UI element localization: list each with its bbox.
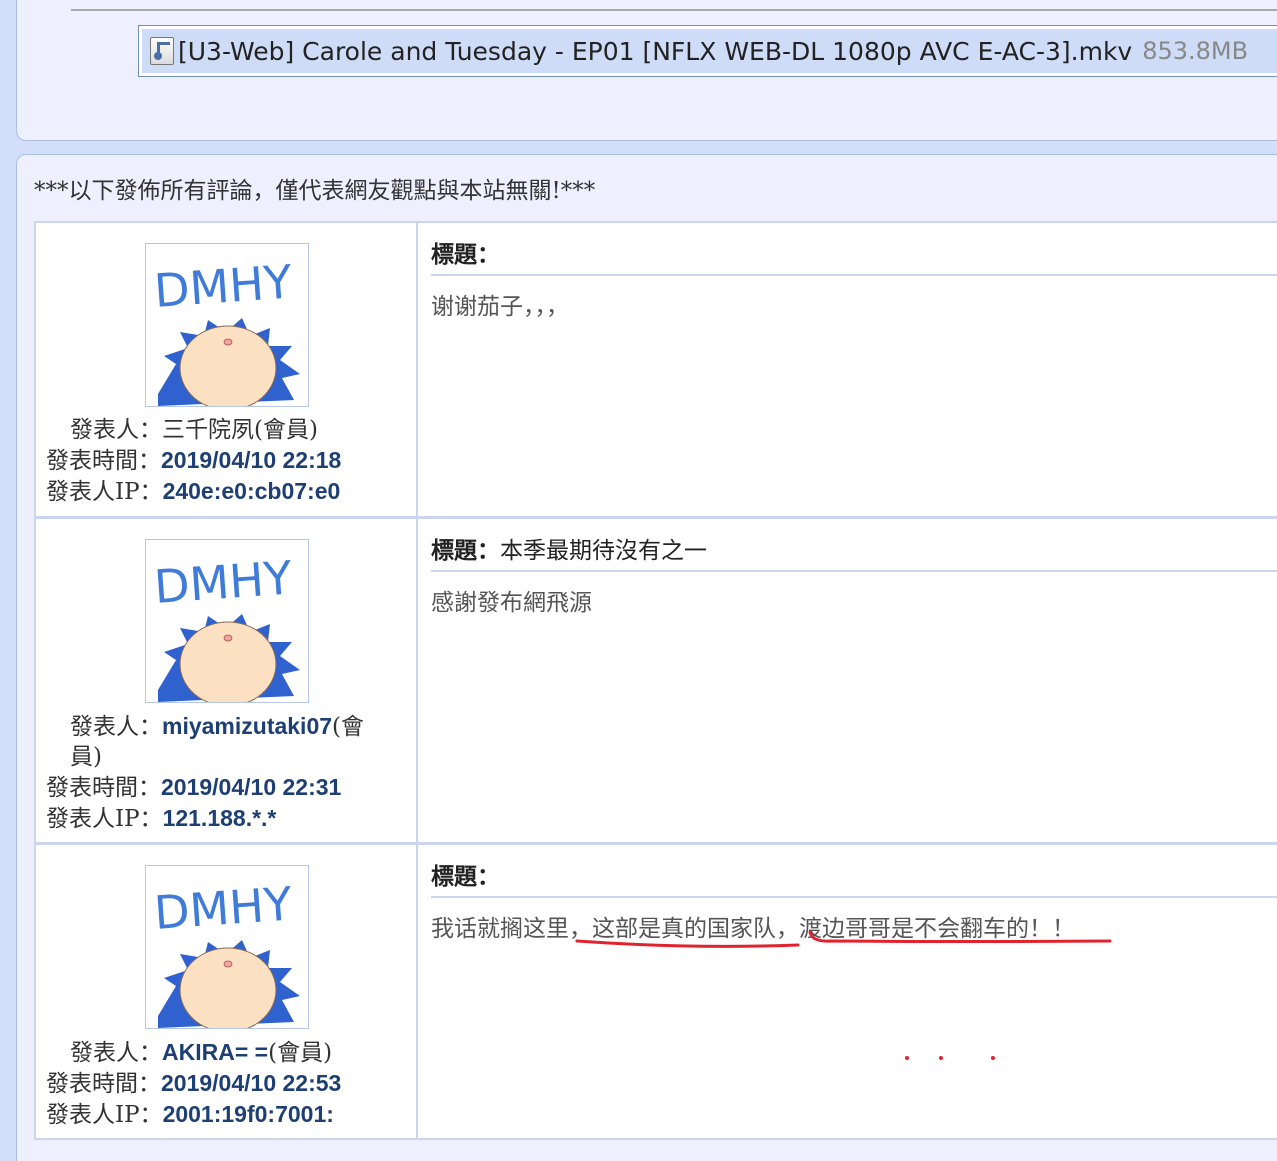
author-role: (會員) xyxy=(254,417,318,443)
dmhy-avatar-image: DMHY xyxy=(152,254,300,406)
body-part-underlined: 渡边哥哥是不会翻车的！！ xyxy=(799,916,1075,942)
comment-meta: 發表人：三千院夙(會員) 發表時間：2019/04/10 22:18 發表人IP… xyxy=(46,415,406,507)
time-label: 發表時間： xyxy=(46,775,161,801)
title-label: 標題： xyxy=(431,537,500,564)
comment-item: DMHY 發表人：miyamizutaki07(會員) 發表時間：2019/04… xyxy=(34,517,1277,844)
file-row[interactable]: [U3-Web] Carole and Tuesday - EP01 [NFLX… xyxy=(142,29,1277,73)
avatar: DMHY xyxy=(145,539,309,703)
avatar: DMHY xyxy=(145,865,309,1029)
comment-meta: 發表人：miyamizutaki07(會員) 發表時間：2019/04/10 2… xyxy=(46,711,406,834)
file-size: 853.8MB xyxy=(1142,37,1249,65)
post-time: 2019/04/10 22:53 xyxy=(161,1070,342,1096)
author-name[interactable]: miyamizutaki07 xyxy=(162,713,332,739)
comment-body: 我话就搁这里，这部是真的国家队，渡边哥哥是不会翻车的！！ xyxy=(431,909,1075,943)
comment-body: 谢谢茄子，，， xyxy=(431,294,569,320)
comment-body: 感謝發布網飛源 xyxy=(431,590,592,616)
dmhy-avatar-image: DMHY xyxy=(152,876,300,1028)
comment-content-column: 標題： 我话就搁这里，这部是真的国家队，渡边哥哥是不会翻车的！！ xyxy=(431,845,1277,1138)
avatar-logo-text: DMHY xyxy=(152,254,294,318)
body-part: 我话就搁这里， xyxy=(431,916,592,942)
comment-content-column: 標題：本季最期待沒有之一 感謝發布網飛源 xyxy=(431,519,1277,842)
comments-disclaimer: ***以下發佈所有評論，僅代表網友觀點與本站無關!*** xyxy=(34,178,596,204)
avatar-logo-text: DMHY xyxy=(152,550,294,614)
comment-author-column: DMHY 發表人：miyamizutaki07(會員) 發表時間：2019/04… xyxy=(36,519,418,842)
post-time: 2019/04/10 22:31 xyxy=(161,774,342,800)
author-label: 發表人： xyxy=(70,417,162,443)
ip-label: 發表人IP： xyxy=(46,1102,163,1128)
title-label: 標題： xyxy=(431,241,500,268)
author-label: 發表人： xyxy=(70,714,162,740)
comments-panel: ***以下發佈所有評論，僅代表網友觀點與本站無關!*** DMHY 發表人：三千… xyxy=(16,154,1277,1161)
comment-title: 標題： xyxy=(431,857,1277,898)
author-role: (會員) xyxy=(268,1040,333,1066)
video-file-icon xyxy=(150,37,174,65)
dmhy-avatar-image: DMHY xyxy=(152,550,300,702)
comment-content-column: 標題： 谢谢茄子，，， xyxy=(431,223,1277,516)
comment-item: DMHY 發表人：三千院夙(會員) 發表時間：2019/04/10 22:18 … xyxy=(34,221,1277,518)
avatar: DMHY xyxy=(145,243,309,407)
post-ip: 121.188.*.* xyxy=(162,805,277,831)
comment-meta: 發表人：AKIRA= =(會員) 發表時間：2019/04/10 22:53 發… xyxy=(46,1037,406,1130)
ip-label: 發表人IP： xyxy=(46,806,163,832)
title-text: 本季最期待沒有之一 xyxy=(500,538,707,564)
body-part-underlined: 这部是真的国家队 xyxy=(592,916,776,942)
time-label: 發表時間： xyxy=(46,448,161,474)
author-name[interactable]: AKIRA= = xyxy=(162,1039,268,1065)
author-label: 發表人： xyxy=(70,1040,162,1066)
file-list-panel: [U3-Web] Carole and Tuesday - EP01 [NFLX… xyxy=(16,0,1277,141)
divider xyxy=(71,9,1277,11)
file-name[interactable]: [U3-Web] Carole and Tuesday - EP01 [NFLX… xyxy=(178,37,1132,66)
comment-title: 標題：本季最期待沒有之一 xyxy=(431,531,1277,572)
comment-title: 標題： xyxy=(431,235,1277,276)
comment-item: DMHY 發表人：AKIRA= =(會員) 發表時間：2019/04/10 22… xyxy=(34,843,1277,1140)
avatar-logo-text: DMHY xyxy=(152,876,294,940)
comment-author-column: DMHY 發表人：三千院夙(會員) 發表時間：2019/04/10 22:18 … xyxy=(36,223,418,516)
file-list-box: [U3-Web] Carole and Tuesday - EP01 [NFLX… xyxy=(138,25,1277,77)
post-time: 2019/04/10 22:18 xyxy=(161,447,342,473)
comment-author-column: DMHY 發表人：AKIRA= =(會員) 發表時間：2019/04/10 22… xyxy=(36,845,418,1138)
post-ip: 2001:19f0:7001: xyxy=(162,1101,334,1127)
author-name[interactable]: 三千院夙 xyxy=(162,417,254,443)
ip-label: 發表人IP： xyxy=(46,479,163,505)
body-part: ， xyxy=(776,916,799,942)
title-label: 標題： xyxy=(431,863,500,890)
time-label: 發表時間： xyxy=(46,1071,161,1097)
post-ip: 240e:e0:cb07:e0 xyxy=(162,478,341,504)
